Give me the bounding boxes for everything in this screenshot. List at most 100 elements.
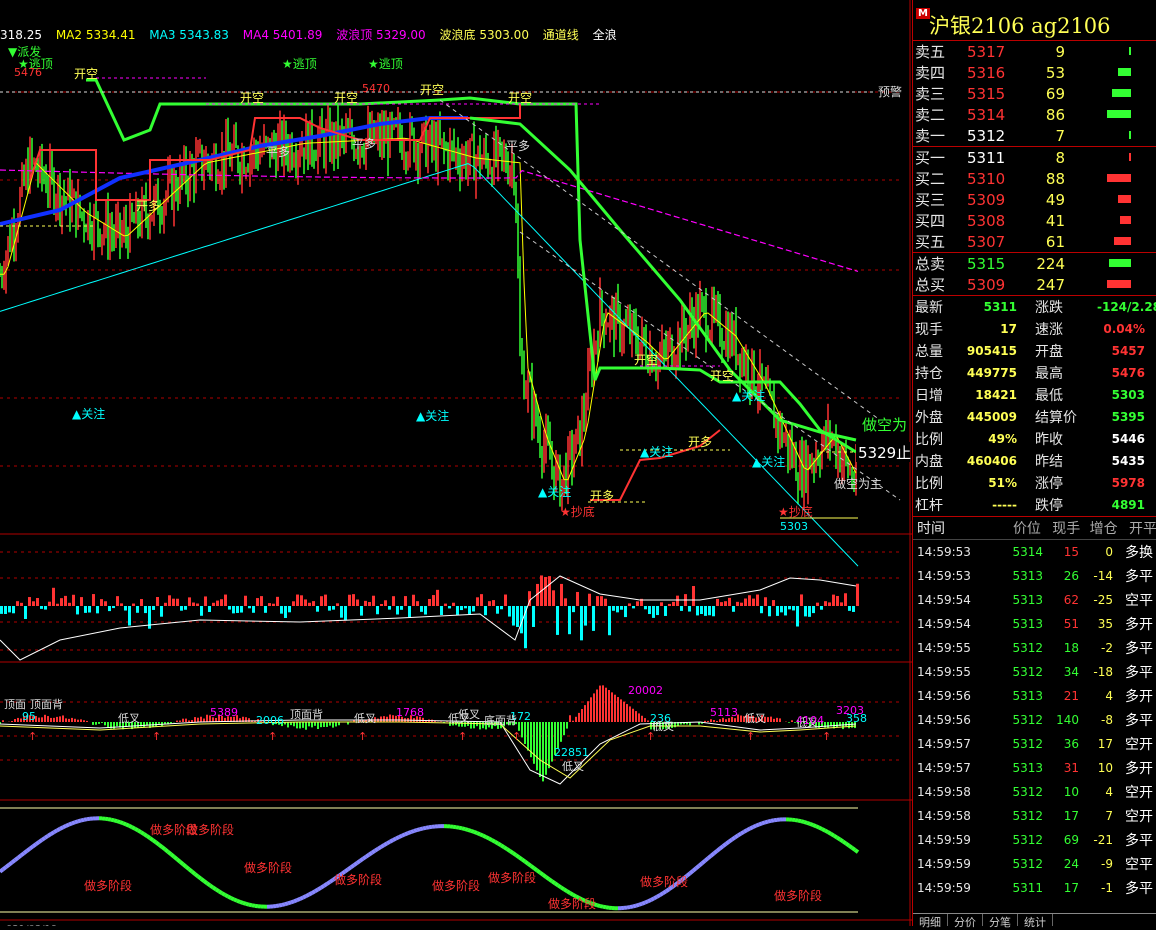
tick-row[interactable]: 14:59:5453135135多开 xyxy=(913,612,1156,636)
tick-row[interactable]: 14:59:565313214多开 xyxy=(913,684,1156,708)
volume-bar xyxy=(140,599,143,606)
tick-time: 14:59:58 xyxy=(913,809,1001,823)
orderbook-row[interactable]: 卖四531653 xyxy=(913,62,1156,83)
orderbook-label: 买四 xyxy=(913,210,967,231)
volume-bar xyxy=(256,598,259,606)
panel-tab[interactable]: 分价 xyxy=(948,914,983,926)
quote-row: 比例49%昨收5446 xyxy=(913,428,1156,450)
tick-row[interactable]: 14:59:59531224-9空平 xyxy=(913,852,1156,876)
macd-arrow-up: ↑ xyxy=(822,730,831,743)
macd-arrow-up: ↑ xyxy=(268,730,277,743)
oscillator-segment xyxy=(384,843,387,845)
kline-chart-area[interactable]: ▼派发★逃顶5476开空★逃顶★逃顶5470开空开空开空开空预警平多平多平多开多… xyxy=(0,0,912,926)
volume-bar xyxy=(656,606,659,615)
orderbook-depth-bar xyxy=(1107,174,1131,182)
macd-arrow-up: ↑ xyxy=(746,730,755,743)
tick-row[interactable]: 14:59:585312177空开 xyxy=(913,804,1156,828)
tick-volume: 21 xyxy=(1043,689,1079,703)
orderbook-label: 卖二 xyxy=(913,104,967,125)
oscillator-segment xyxy=(348,867,351,869)
orderbook-depth-bar xyxy=(1107,110,1131,118)
oscillator-segment xyxy=(54,830,57,832)
volume-bar xyxy=(184,606,187,610)
oscillator-segment xyxy=(807,823,810,824)
tick-row[interactable]: 14:59:54531362-25空平 xyxy=(913,588,1156,612)
volume-bar xyxy=(728,598,731,606)
volume-bar xyxy=(240,606,243,613)
orderbook-depth-bar xyxy=(1107,280,1131,288)
oscillator-segment xyxy=(183,864,186,866)
panel-tab[interactable]: 明细 xyxy=(913,914,948,926)
quote-value-2: 0.04% xyxy=(1097,322,1145,336)
volume-bar xyxy=(380,604,383,606)
oscillator-segment xyxy=(330,880,333,882)
orderbook-row[interactable]: 卖一53127 xyxy=(913,125,1156,146)
volume-bar xyxy=(80,597,83,606)
tick-row[interactable]: 14:59:535314150多换 xyxy=(913,540,1156,564)
oscillator-segment xyxy=(132,827,135,829)
tick-row[interactable]: 14:59:565312140-8多平 xyxy=(913,708,1156,732)
orderbook-row[interactable]: 买四530841 xyxy=(913,210,1156,231)
volume-bar xyxy=(668,604,671,606)
volume-bar xyxy=(368,602,371,606)
tick-row[interactable]: 14:59:55531234-18多平 xyxy=(913,660,1156,684)
quote-key: 最新 xyxy=(913,297,961,317)
watch-label: ▲关注 xyxy=(640,444,673,459)
oscillator-segment xyxy=(420,828,423,829)
orderbook-row[interactable]: 卖二531486 xyxy=(913,104,1156,125)
orderbook-row[interactable]: 卖五53179 xyxy=(913,41,1156,62)
quote-row: 持仓449775最高5476 xyxy=(913,362,1156,384)
tick-volume: 15 xyxy=(1043,545,1079,559)
quote-panel: M 沪银2106 ag2106 卖五53179卖四531653卖三531569卖… xyxy=(912,0,1156,926)
macd-arrow-up: ↑ xyxy=(152,730,161,743)
oscillator-segment xyxy=(816,826,819,827)
oscillator-segment xyxy=(63,826,66,827)
tick-row[interactable]: 14:59:585312104空开 xyxy=(913,780,1156,804)
tick-row[interactable]: 14:59:59531117-1多平 xyxy=(913,876,1156,900)
oscillator-segment xyxy=(9,862,12,864)
quote-key-2: 最低 xyxy=(1017,385,1097,405)
tick-row[interactable]: 14:59:55531218-2多平 xyxy=(913,636,1156,660)
volume-bar xyxy=(508,606,511,617)
orderbook-price: 5317 xyxy=(967,43,1027,61)
quote-value-2: 5978 xyxy=(1097,476,1145,490)
oscillator-segment xyxy=(408,832,411,833)
tick-row[interactable]: 14:59:53531326-14多平 xyxy=(913,564,1156,588)
orderbook-row[interactable]: 卖三531569 xyxy=(913,83,1156,104)
panel-tab[interactable]: 统计 xyxy=(1018,914,1053,926)
oscillator-segment xyxy=(345,869,348,871)
panel-tab[interactable]: 分笔 xyxy=(983,914,1018,926)
tick-oi: -21 xyxy=(1079,833,1113,847)
orderbook-row[interactable]: 买二531088 xyxy=(913,168,1156,189)
oscillator-segment xyxy=(654,897,657,899)
oscillator-segment xyxy=(177,859,180,861)
orderbook-row[interactable]: 买五530761 xyxy=(913,231,1156,252)
volume-bar xyxy=(0,606,3,614)
orderbook-row[interactable]: 买一53118 xyxy=(913,147,1156,168)
oscillator-segment xyxy=(129,826,132,827)
orderbook-row[interactable]: 总卖5315224 xyxy=(913,253,1156,274)
orderbook-depth-bar xyxy=(1118,195,1131,203)
volume-bar xyxy=(468,606,471,614)
tick-list[interactable]: 14:59:535314150多换14:59:53531326-14多平14:5… xyxy=(913,540,1156,900)
ma-legend-bar: 318.25 MA2 5334.41 MA3 5343.83 MA4 5401.… xyxy=(0,26,627,44)
volume-bar xyxy=(660,602,663,606)
oscillator-segment xyxy=(666,889,669,891)
chart-canvas[interactable]: ▼派发★逃顶5476开空★逃顶★逃顶5470开空开空开空开空预警平多平多平多开多… xyxy=(0,0,912,926)
oscillator-segment xyxy=(765,822,768,823)
volume-bar xyxy=(344,606,347,621)
oscillator-segment xyxy=(291,901,294,902)
orderbook-row[interactable]: 总买5309247 xyxy=(913,274,1156,295)
volume-bar xyxy=(300,595,303,606)
volume-bar xyxy=(504,595,507,606)
oscillator-segment xyxy=(45,836,48,838)
tick-row[interactable]: 14:59:59531269-21多平 xyxy=(913,828,1156,852)
oscillator-segment xyxy=(303,896,306,897)
volume-bar xyxy=(20,603,23,606)
volume-bar xyxy=(652,606,655,618)
tick-row[interactable]: 14:59:5753133110多开 xyxy=(913,756,1156,780)
orderbook-row[interactable]: 买三530949 xyxy=(913,189,1156,210)
tick-row[interactable]: 14:59:5753123617空开 xyxy=(913,732,1156,756)
orderbook-label: 买一 xyxy=(913,147,967,168)
macd-annotation: 358 xyxy=(846,712,867,725)
